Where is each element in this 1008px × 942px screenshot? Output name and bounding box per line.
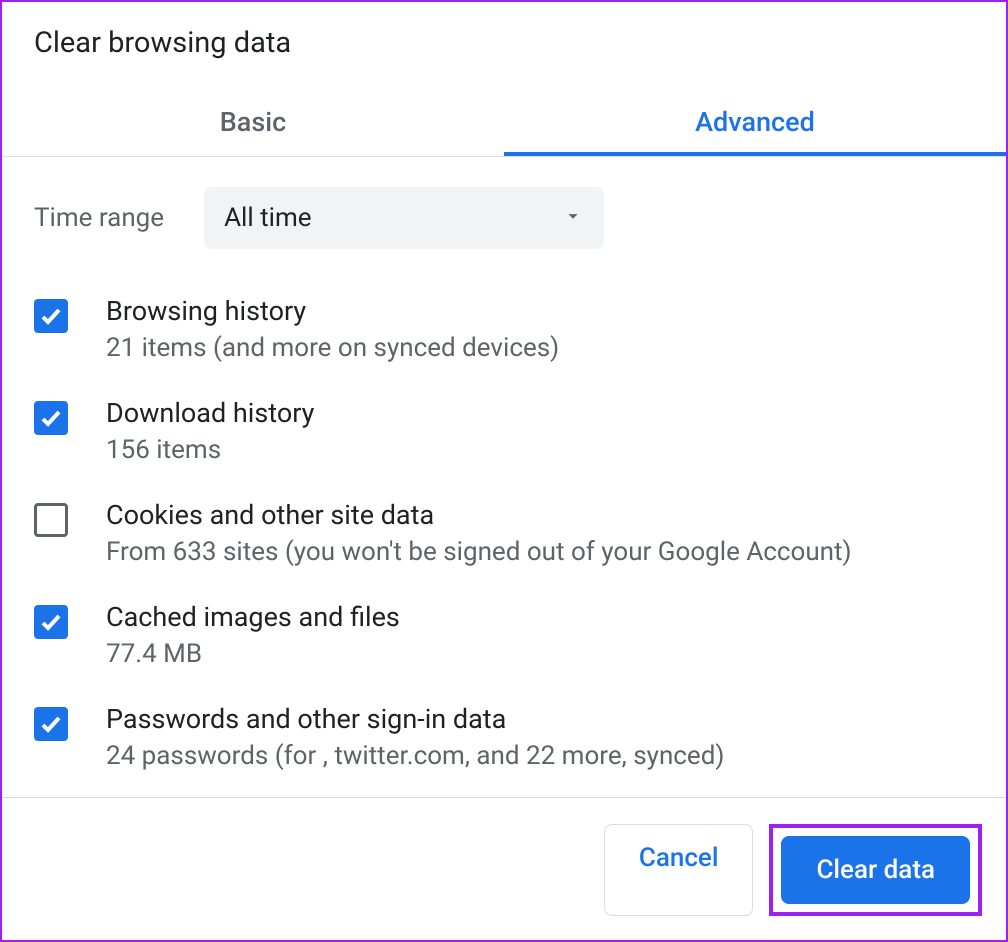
item-title: Cookies and other site data	[106, 499, 974, 531]
list-item: Browsing history 21 items (and more on s…	[34, 295, 974, 363]
checkbox-passwords[interactable]	[34, 707, 68, 741]
dialog-title: Clear browsing data	[2, 2, 1006, 60]
item-title: Passwords and other sign-in data	[106, 703, 974, 735]
checkbox-browsing-history[interactable]	[34, 299, 68, 333]
item-sub: 156 items	[106, 435, 974, 465]
list-item: Passwords and other sign-in data 24 pass…	[34, 703, 974, 771]
item-title: Download history	[106, 397, 974, 429]
cancel-button[interactable]: Cancel	[604, 824, 754, 916]
time-range-select[interactable]: All time	[204, 187, 604, 249]
item-title: Cached images and files	[106, 601, 974, 633]
highlight-annotation: Clear data	[769, 824, 982, 916]
dialog-body: Time range All time Browsing history 21 …	[2, 157, 1006, 797]
item-title: Browsing history	[106, 295, 974, 327]
tab-advanced[interactable]: Advanced	[504, 88, 1006, 156]
time-range-row: Time range All time	[34, 187, 974, 249]
time-range-value: All time	[224, 203, 311, 233]
item-sub: 77.4 MB	[106, 639, 974, 669]
tabs: Basic Advanced	[2, 88, 1006, 157]
clear-data-button[interactable]: Clear data	[781, 836, 970, 904]
dialog-footer: Cancel Clear data	[2, 797, 1006, 940]
item-sub: From 633 sites (you won't be signed out …	[106, 537, 974, 567]
tab-basic[interactable]: Basic	[2, 88, 504, 156]
chevron-down-icon	[562, 205, 584, 231]
checkbox-download-history[interactable]	[34, 401, 68, 435]
checkbox-cookies[interactable]	[34, 503, 68, 537]
checkbox-cached-images[interactable]	[34, 605, 68, 639]
item-sub: 24 passwords (for , twitter.com, and 22 …	[106, 741, 974, 771]
list-item: Download history 156 items	[34, 397, 974, 465]
item-sub: 21 items (and more on synced devices)	[106, 333, 974, 363]
list-item: Cookies and other site data From 633 sit…	[34, 499, 974, 567]
list-item: Cached images and files 77.4 MB	[34, 601, 974, 669]
dialog-clear-browsing-data: Clear browsing data Basic Advanced Time …	[0, 0, 1008, 942]
time-range-label: Time range	[34, 203, 164, 233]
